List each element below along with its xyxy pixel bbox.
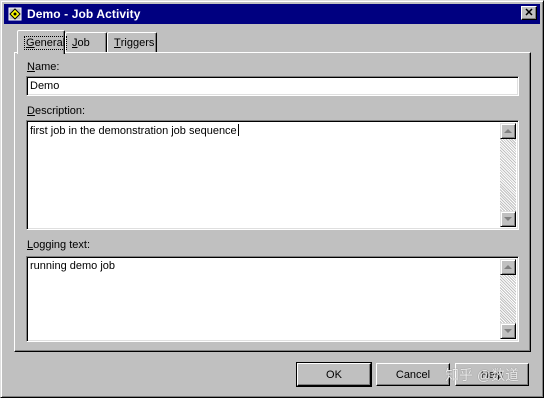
- job-activity-dialog: Demo - Job Activity ✕ General Job Trigge…: [0, 0, 544, 398]
- arrow-up-icon: [504, 265, 512, 269]
- description-field[interactable]: first job in the demonstration job seque…: [26, 120, 519, 230]
- description-scrollbar[interactable]: [500, 123, 516, 227]
- name-label-mnemonic: N: [27, 61, 35, 73]
- ok-button[interactable]: OK: [296, 362, 372, 387]
- name-value: Demo: [30, 80, 60, 92]
- name-label-text: ame:: [34, 61, 60, 73]
- logging-value: running demo job: [30, 260, 116, 272]
- description-label-mnemonic: D: [27, 105, 35, 117]
- arrow-down-icon: [504, 329, 512, 333]
- tab-general-text: eneral: [34, 36, 66, 49]
- tab-job[interactable]: Job: [65, 32, 107, 52]
- description-label: Description:: [27, 105, 85, 117]
- tab-triggers-text: riggers: [120, 36, 155, 49]
- scroll-down-button[interactable]: [500, 323, 516, 339]
- tab-general-label: General: [24, 35, 68, 50]
- tab-triggers-mnemonic: T: [114, 36, 121, 49]
- tab-general[interactable]: General: [17, 30, 68, 54]
- scroll-down-button[interactable]: [500, 211, 516, 227]
- description-label-text: escription:: [34, 105, 86, 117]
- title-bar[interactable]: Demo - Job Activity ✕: [4, 4, 540, 24]
- watermark: 知乎 @数道: [445, 367, 520, 383]
- cancel-button[interactable]: Cancel: [376, 363, 450, 386]
- logging-text-label: Logging text:: [27, 239, 90, 251]
- description-value-wrap: first job in the demonstration job seque…: [30, 124, 239, 137]
- description-value: first job in the demonstration job seque…: [30, 125, 237, 137]
- tab-triggers[interactable]: Triggers: [107, 32, 157, 52]
- job-activity-icon: [7, 6, 23, 22]
- close-icon: ✕: [524, 6, 534, 19]
- scroll-up-button[interactable]: [500, 123, 516, 139]
- window-title: Demo - Job Activity: [27, 7, 141, 21]
- logging-text-field[interactable]: running demo job: [26, 256, 519, 342]
- scroll-up-button[interactable]: [500, 259, 516, 275]
- logging-scrollbar[interactable]: [500, 259, 516, 339]
- arrow-down-icon: [504, 217, 512, 221]
- text-caret: [237, 124, 239, 136]
- logging-label-text: ogging text:: [33, 239, 90, 251]
- arrow-up-icon: [504, 129, 512, 133]
- name-field[interactable]: Demo: [26, 76, 519, 96]
- close-button[interactable]: ✕: [521, 6, 537, 20]
- tab-general-mnemonic: G: [26, 36, 35, 49]
- tab-job-text: ob: [77, 36, 90, 49]
- name-label: Name:: [27, 61, 59, 73]
